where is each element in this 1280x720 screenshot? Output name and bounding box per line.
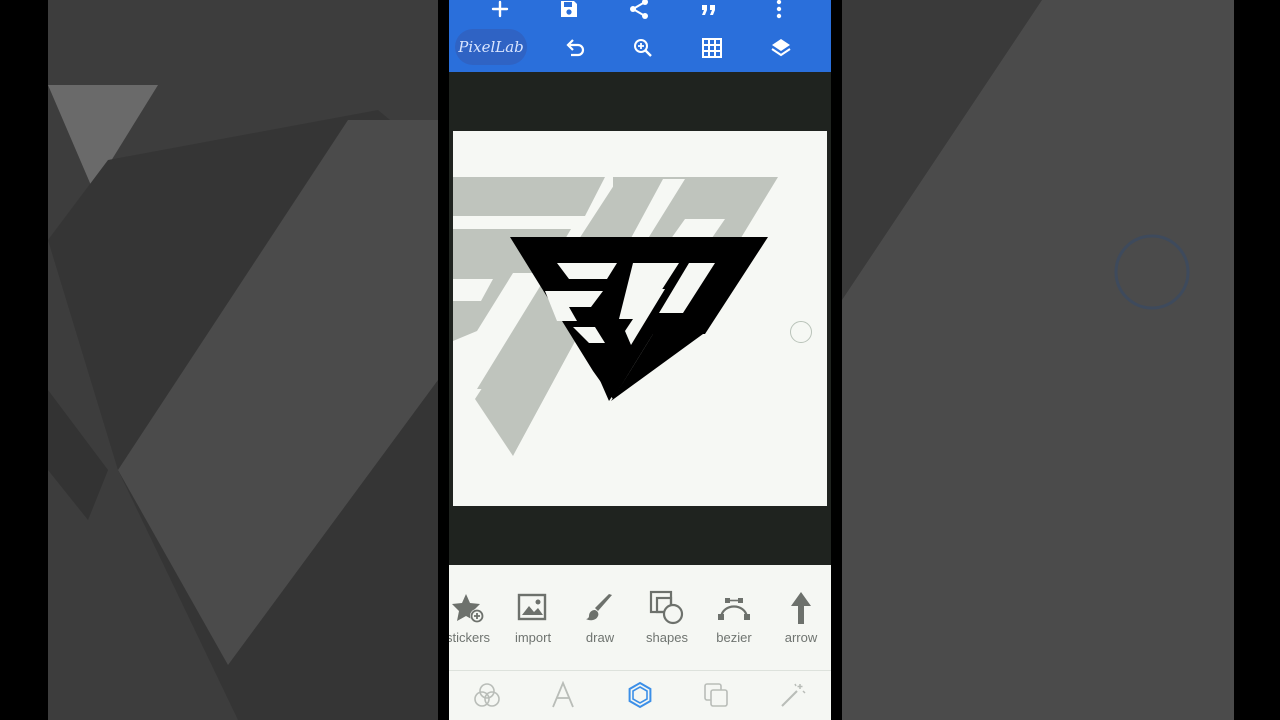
tool-bar: stickers import draw shapes bezier arrow xyxy=(449,565,831,670)
tool-label: shapes xyxy=(646,630,688,645)
grid-icon xyxy=(702,38,722,58)
shapes-icon xyxy=(649,590,684,625)
background-right-art xyxy=(842,0,1234,720)
layers-button[interactable] xyxy=(761,30,801,66)
quote-icon xyxy=(702,5,715,15)
tab-effects[interactable] xyxy=(771,677,815,713)
save-icon xyxy=(561,1,577,17)
undo-icon xyxy=(566,39,585,57)
tool-stickers[interactable]: stickers xyxy=(449,587,500,659)
tool-shapes[interactable]: shapes xyxy=(635,587,699,659)
more-vert-icon xyxy=(776,0,782,19)
add-icon xyxy=(491,0,509,18)
tool-import[interactable]: import xyxy=(501,587,565,659)
tool-label: arrow xyxy=(784,630,818,645)
image-import-icon xyxy=(517,593,547,621)
layers-square-icon xyxy=(704,683,728,707)
tool-draw[interactable]: draw xyxy=(568,587,632,659)
magic-wand-icon xyxy=(781,683,806,707)
background-left-art xyxy=(48,85,438,720)
tab-shapes[interactable] xyxy=(618,677,662,713)
grid-button[interactable] xyxy=(692,30,732,66)
tool-bezier[interactable]: bezier xyxy=(702,587,766,659)
add-button[interactable] xyxy=(480,0,520,27)
logo-shadow-shape xyxy=(453,177,605,216)
blend-icon xyxy=(474,683,500,707)
background-right-panel xyxy=(842,0,1234,720)
toolbar-second-row xyxy=(449,30,831,66)
text-icon xyxy=(552,681,574,708)
zoom-button[interactable] xyxy=(623,30,663,66)
save-button[interactable] xyxy=(549,0,589,27)
tab-text[interactable] xyxy=(541,677,585,713)
tool-arrow[interactable]: arrow xyxy=(769,587,831,659)
bottom-tab-bar xyxy=(449,671,831,720)
logo-artwork xyxy=(453,177,778,456)
background-left-panel xyxy=(48,0,438,720)
tool-label: bezier xyxy=(716,630,752,645)
tool-label: draw xyxy=(585,630,615,645)
quote-button[interactable] xyxy=(689,0,729,27)
tool-label: stickers xyxy=(449,630,491,645)
selection-handle[interactable] xyxy=(790,321,812,343)
tab-layers[interactable] xyxy=(694,677,738,713)
share-icon xyxy=(630,0,648,19)
layers-icon xyxy=(771,39,791,57)
toolbar-top-row xyxy=(449,0,831,27)
tab-blend[interactable] xyxy=(465,677,509,713)
brush-icon xyxy=(586,594,612,621)
arrow-up-icon xyxy=(791,592,811,624)
design-canvas[interactable] xyxy=(453,131,827,506)
bezier-icon xyxy=(718,598,750,620)
share-button[interactable] xyxy=(619,0,659,27)
top-toolbar: PixelLab xyxy=(449,0,831,72)
sticker-add-icon xyxy=(452,594,484,623)
phone-screen: PixelLab stickers import draw shapes bez… xyxy=(449,0,831,720)
more-options-button[interactable] xyxy=(759,0,799,27)
tool-label: import xyxy=(514,630,552,645)
zoom-in-icon xyxy=(634,39,652,57)
hexagon-icon xyxy=(628,681,652,709)
undo-button[interactable] xyxy=(555,30,595,66)
